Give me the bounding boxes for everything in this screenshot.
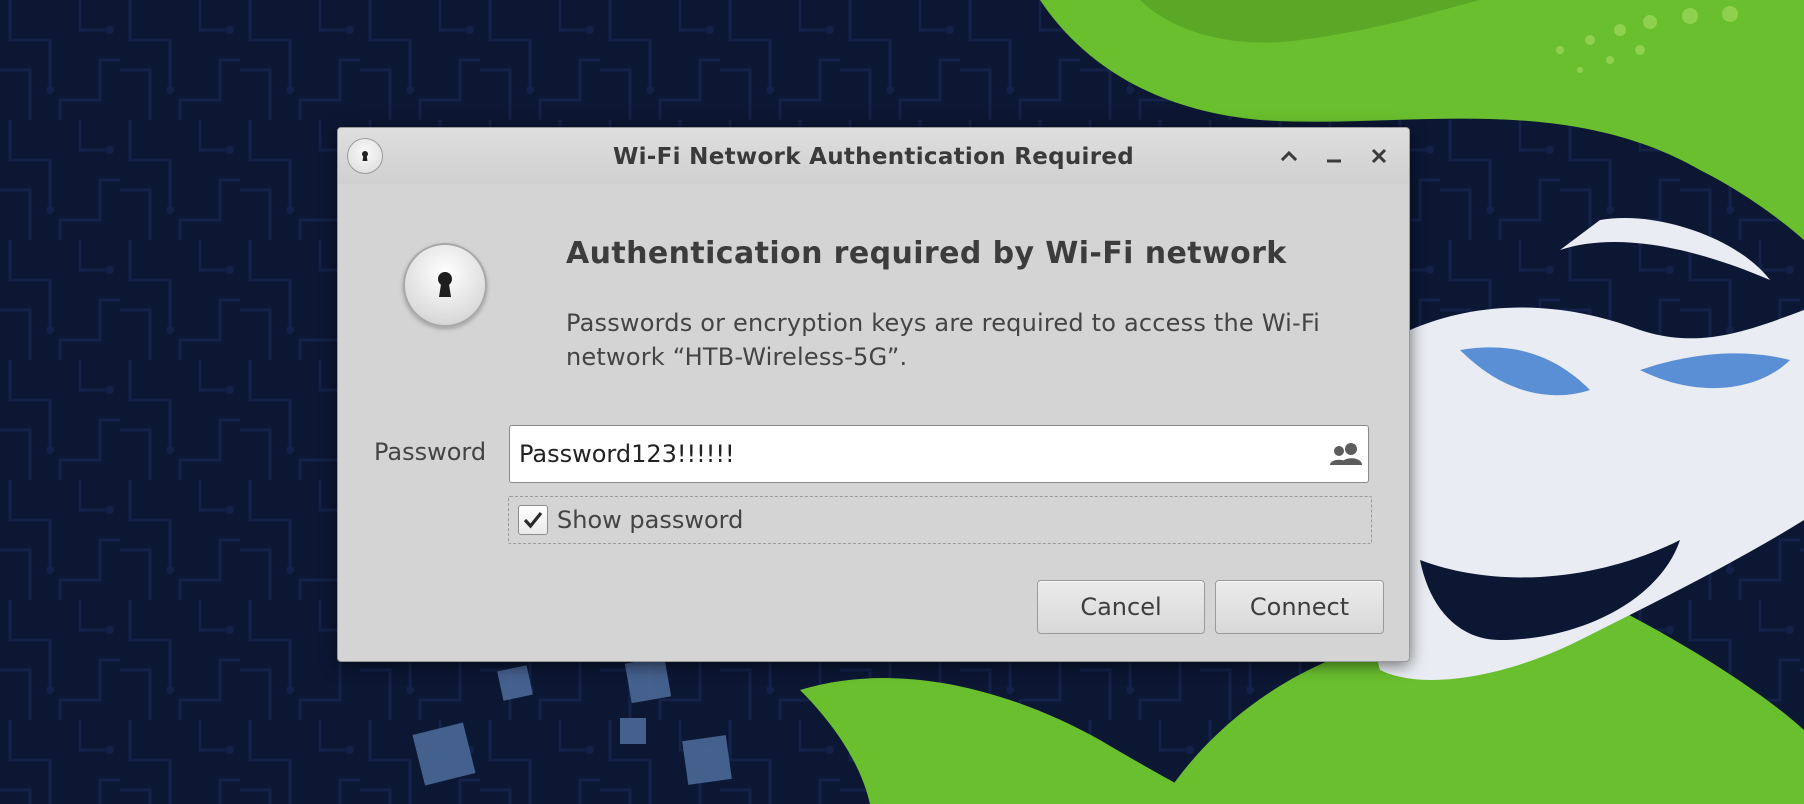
password-label: Password xyxy=(374,438,487,466)
cancel-button[interactable]: Cancel xyxy=(1037,580,1205,634)
close-icon[interactable] xyxy=(1363,140,1395,172)
maximize-icon[interactable] xyxy=(1273,140,1305,172)
show-password-label: Show password xyxy=(557,506,744,534)
dialog-heading: Authentication required by Wi-Fi network xyxy=(566,236,1287,271)
show-password-toggle[interactable]: Show password xyxy=(508,496,1372,544)
wifi-auth-dialog: Wi-Fi Network Authentication Required Au… xyxy=(337,127,1410,662)
show-password-checkbox[interactable] xyxy=(518,505,548,535)
connect-button[interactable]: Connect xyxy=(1215,580,1384,634)
titlebar[interactable]: Wi-Fi Network Authentication Required xyxy=(338,128,1409,184)
window-title: Wi-Fi Network Authentication Required xyxy=(612,144,1135,170)
password-input[interactable] xyxy=(509,425,1369,483)
keyhole-lock-icon xyxy=(403,243,487,327)
minimize-icon[interactable] xyxy=(1318,140,1350,172)
dialog-description: Passwords or encryption keys are require… xyxy=(566,309,1320,371)
users-icon[interactable] xyxy=(1329,441,1363,469)
